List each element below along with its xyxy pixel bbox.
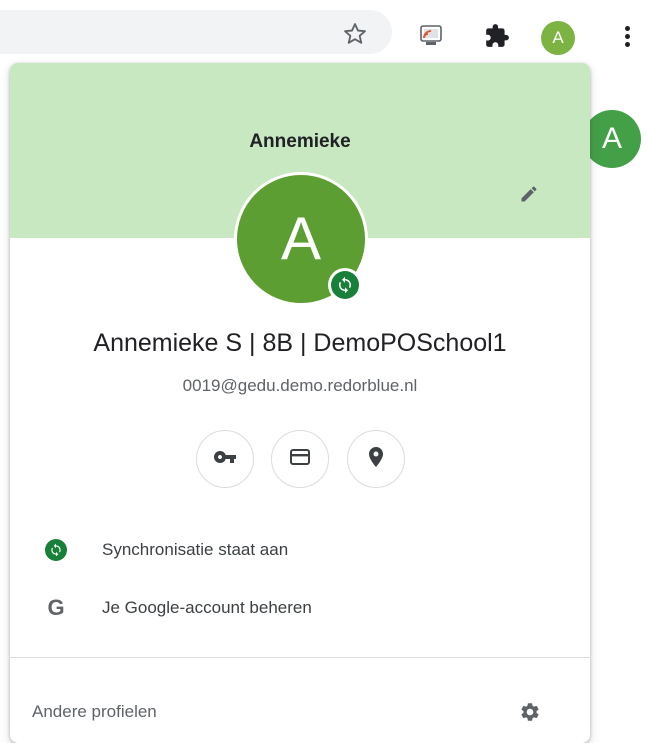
profile-popup: Annemieke A Annemieke S | 8B | DemoPOSch… [10,63,590,743]
manage-google-account-label: Je Google-account beheren [102,598,312,617]
divider [10,657,590,658]
sync-status-label: Synchronisatie staat aan [102,540,289,559]
manage-google-account-row[interactable]: G Je Google-account beheren [10,580,590,636]
other-profiles-label: Andere profielen [32,702,157,721]
avatar-letter: A [601,122,622,155]
cast-icon[interactable] [418,25,444,47]
other-profiles-row: Andere profielen [10,684,590,740]
passwords-button[interactable] [196,430,254,488]
profile-email: 0019@gedu.demo.redorblue.nl [182,376,418,395]
profile-full-name: Annemieke S | 8B | DemoPOSchool1 [93,329,507,357]
sync-badge [328,268,362,302]
location-pin-icon [364,445,388,474]
avatar-letter: A [552,28,564,47]
sync-icon [331,271,359,299]
address-bar[interactable] [0,10,392,54]
sync-status-row[interactable]: Synchronisatie staat aan [10,522,590,578]
more-menu-icon[interactable] [616,18,638,54]
payment-methods-button[interactable] [271,430,329,488]
sync-icon [44,538,68,562]
credit-card-icon [288,445,312,474]
gear-icon[interactable] [517,699,543,725]
edit-profile-icon[interactable] [515,180,543,208]
profile-avatar-button[interactable]: A [541,21,575,55]
browser-toolbar: A [0,0,647,64]
avatar-letter: A [280,205,322,272]
addresses-button[interactable] [347,430,405,488]
profile-title: Annemieke [249,131,351,152]
google-g-icon: G [47,595,65,620]
star-icon[interactable] [342,21,368,47]
key-icon [213,445,237,474]
page-avatar[interactable]: A [583,110,641,168]
extensions-puzzle-icon[interactable] [483,23,511,49]
